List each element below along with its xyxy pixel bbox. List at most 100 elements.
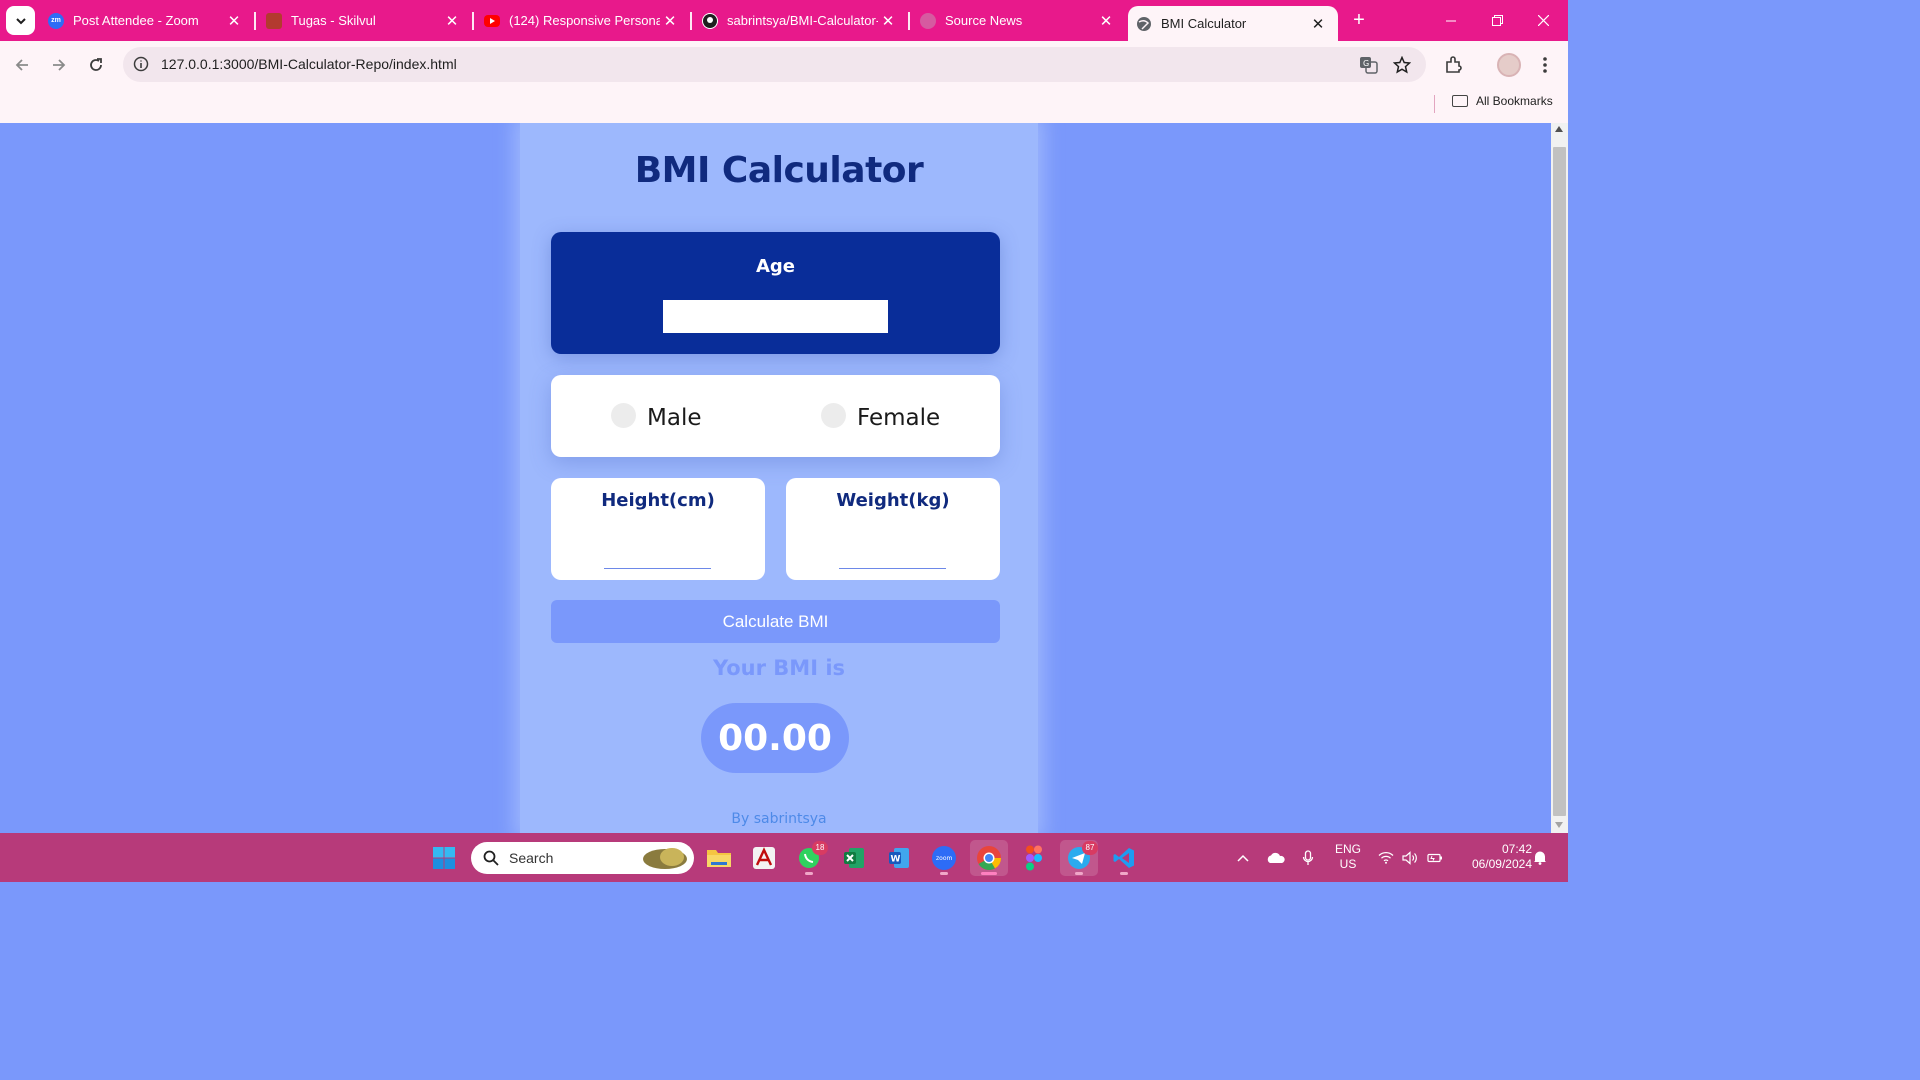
restore-window-button[interactable] bbox=[1474, 0, 1520, 41]
minimize-window-button[interactable] bbox=[1428, 0, 1474, 41]
whatsapp-icon[interactable]: 18 bbox=[790, 840, 828, 876]
tab-search-button[interactable] bbox=[6, 6, 35, 35]
female-label[interactable]: Female bbox=[857, 405, 940, 431]
forward-button[interactable] bbox=[47, 53, 71, 77]
all-bookmarks-button[interactable]: All Bookmarks bbox=[1452, 94, 1553, 108]
bookmark-star-icon[interactable] bbox=[1391, 54, 1413, 76]
github-icon bbox=[702, 12, 718, 29]
search-label: Search bbox=[509, 850, 554, 866]
taskbar-search[interactable]: Search bbox=[471, 842, 694, 874]
figma-icon[interactable] bbox=[1015, 840, 1053, 876]
profile-avatar[interactable] bbox=[1497, 53, 1521, 77]
search-highlight-icon bbox=[643, 848, 687, 869]
male-radio[interactable] bbox=[611, 403, 636, 428]
back-button[interactable] bbox=[10, 53, 34, 77]
result-label: Your BMI is bbox=[712, 656, 846, 680]
folder-icon bbox=[1452, 95, 1468, 107]
height-label: Height(cm) bbox=[601, 490, 715, 511]
scroll-down-arrow-icon[interactable] bbox=[1555, 822, 1563, 828]
tab-title: Tugas - Skilvul bbox=[291, 13, 376, 28]
arrow-right-icon bbox=[53, 59, 66, 71]
close-tab-icon[interactable]: ✕ bbox=[1096, 12, 1116, 30]
age-label: Age bbox=[755, 256, 796, 277]
file-explorer-icon[interactable] bbox=[700, 840, 738, 876]
weight-card: Weight(kg) bbox=[786, 478, 1000, 580]
close-tab-icon[interactable]: ✕ bbox=[442, 12, 462, 30]
wifi-icon[interactable] bbox=[1375, 833, 1397, 882]
running-indicator bbox=[1120, 872, 1128, 875]
all-bookmarks-label: All Bookmarks bbox=[1476, 94, 1553, 108]
age-input[interactable] bbox=[663, 300, 888, 333]
arrow-left-icon bbox=[15, 59, 28, 71]
microphone-icon[interactable] bbox=[1297, 833, 1319, 882]
vscode-icon[interactable] bbox=[1105, 840, 1143, 876]
url-text: 127.0.0.1:3000/BMI-Calculator-Repo/index… bbox=[161, 56, 457, 72]
active-indicator bbox=[981, 872, 997, 875]
globe-icon bbox=[920, 12, 936, 29]
minimize-icon bbox=[1446, 20, 1456, 21]
browser-menu-icon[interactable] bbox=[1534, 54, 1556, 76]
extensions-icon[interactable] bbox=[1443, 54, 1465, 76]
tab-youtube[interactable]: (124) Responsive Personal ✕ bbox=[476, 0, 690, 41]
female-radio[interactable] bbox=[821, 403, 846, 428]
calculate-bmi-button[interactable]: Calculate BMI bbox=[551, 600, 1000, 643]
battery-icon[interactable] bbox=[1424, 833, 1446, 882]
weight-label: Weight(kg) bbox=[836, 490, 950, 511]
height-input[interactable] bbox=[604, 568, 711, 569]
excel-icon[interactable] bbox=[835, 840, 873, 876]
close-tab-icon[interactable]: ✕ bbox=[878, 12, 898, 30]
windows-start-icon[interactable] bbox=[425, 840, 463, 876]
onedrive-cloud-icon[interactable] bbox=[1264, 833, 1288, 882]
close-tab-icon[interactable]: ✕ bbox=[660, 12, 680, 30]
svg-text:G: G bbox=[1363, 59, 1369, 68]
tab-source-news[interactable]: Source News ✕ bbox=[912, 0, 1126, 41]
word-icon[interactable]: W bbox=[880, 840, 918, 876]
clock-date: 06/09/2024 bbox=[1471, 857, 1532, 871]
tab-strip: zm Post Attendee - Zoom ✕ Tugas - Skilvu… bbox=[0, 0, 1568, 41]
notification-bell-icon[interactable] bbox=[1530, 833, 1550, 882]
restore-icon bbox=[1491, 15, 1503, 26]
tab-bmi-calculator[interactable]: BMI Calculator ✕ bbox=[1128, 6, 1338, 41]
show-hidden-icons-chevron-icon[interactable] bbox=[1232, 833, 1254, 882]
scrollbar-thumb[interactable] bbox=[1553, 147, 1566, 816]
tab-github[interactable]: sabrintsya/BMI-Calculator- ✕ bbox=[694, 0, 908, 41]
volume-icon[interactable] bbox=[1399, 833, 1421, 882]
male-label[interactable]: Male bbox=[647, 405, 701, 431]
reload-button[interactable] bbox=[84, 53, 108, 77]
bmi-container: BMI Calculator Age Male Female Height(cm… bbox=[520, 123, 1038, 833]
globe-icon bbox=[1136, 16, 1152, 32]
acrobat-icon[interactable] bbox=[745, 840, 783, 876]
new-tab-button[interactable]: + bbox=[1347, 8, 1371, 32]
search-icon bbox=[483, 850, 499, 866]
svg-text:W: W bbox=[891, 855, 901, 865]
translate-icon[interactable]: G bbox=[1358, 54, 1380, 76]
zoom-icon-label: zoom bbox=[936, 855, 952, 862]
bookmarks-divider bbox=[1434, 95, 1435, 113]
tab-title: Post Attendee - Zoom bbox=[73, 13, 199, 28]
close-window-button[interactable] bbox=[1520, 0, 1566, 41]
telegram-icon[interactable]: 87 bbox=[1060, 840, 1098, 876]
tab-zoom[interactable]: zm Post Attendee - Zoom ✕ bbox=[40, 0, 254, 41]
scroll-up-arrow-icon[interactable] bbox=[1555, 126, 1563, 132]
chrome-icon[interactable] bbox=[970, 840, 1008, 876]
bookmarks-bar: All Bookmarks bbox=[0, 89, 1568, 123]
site-info-icon[interactable] bbox=[133, 56, 149, 72]
page-viewport: BMI Calculator Age Male Female Height(cm… bbox=[0, 123, 1551, 833]
zoom-icon[interactable]: zoom bbox=[925, 840, 963, 876]
system-clock[interactable]: 07:42 06/09/2024 bbox=[1452, 842, 1532, 872]
language-indicator[interactable]: ENG US bbox=[1330, 842, 1366, 872]
page-scrollbar[interactable] bbox=[1551, 123, 1568, 833]
tab-skilvul[interactable]: Tugas - Skilvul ✕ bbox=[258, 0, 472, 41]
address-bar[interactable]: 127.0.0.1:3000/BMI-Calculator-Repo/index… bbox=[123, 47, 1426, 82]
tab-title: BMI Calculator bbox=[1161, 16, 1247, 31]
browser-toolbar: 127.0.0.1:3000/BMI-Calculator-Repo/index… bbox=[0, 41, 1568, 89]
running-indicator bbox=[805, 872, 813, 875]
zoom-icon: zm bbox=[48, 12, 64, 29]
close-tab-icon[interactable]: ✕ bbox=[224, 12, 244, 30]
tab-divider bbox=[690, 12, 692, 30]
age-card: Age bbox=[551, 232, 1000, 354]
youtube-icon bbox=[484, 14, 500, 27]
weight-input[interactable] bbox=[839, 568, 946, 569]
close-tab-icon[interactable]: ✕ bbox=[1308, 15, 1328, 33]
tab-divider bbox=[254, 12, 256, 30]
